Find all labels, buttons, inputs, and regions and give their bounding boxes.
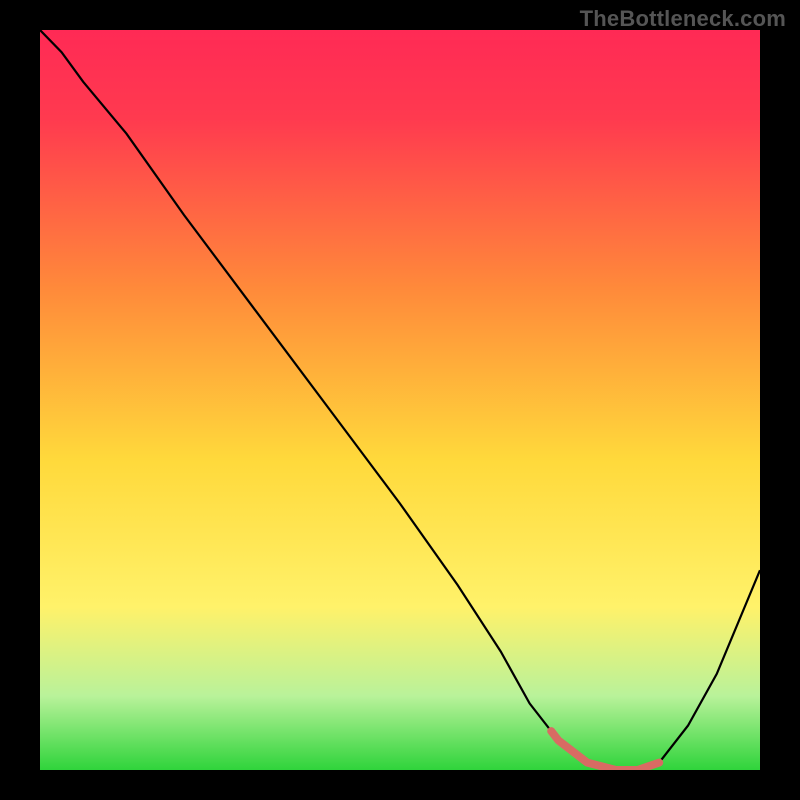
watermark-text: TheBottleneck.com — [580, 6, 786, 32]
gradient-background — [40, 30, 760, 770]
bottleneck-chart — [40, 30, 760, 770]
chart-frame: TheBottleneck.com — [0, 0, 800, 800]
plot-area — [40, 30, 760, 770]
